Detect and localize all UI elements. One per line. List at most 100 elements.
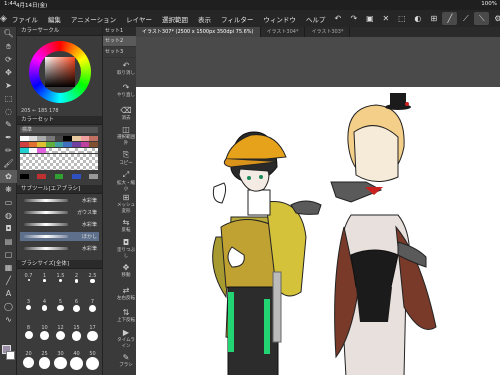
brush-size-option[interactable]: 10 bbox=[37, 325, 52, 340]
correct-line-tool-icon[interactable]: ∿ bbox=[0, 313, 17, 326]
brush-size-option[interactable]: 2.5 bbox=[85, 273, 100, 286]
brush-size-option[interactable]: 4 bbox=[37, 299, 52, 312]
brush-item-selected[interactable]: ぼかし bbox=[20, 232, 99, 241]
action-button[interactable]: ◘ 塗りつぶし bbox=[115, 237, 137, 259]
action-button[interactable]: ⇅ 上下反転 bbox=[115, 305, 137, 327]
swatch-row[interactable] bbox=[20, 174, 99, 179]
swatch-row[interactable] bbox=[20, 148, 99, 153]
menu-layer[interactable]: レイヤー bbox=[121, 14, 157, 24]
brush-size-option[interactable]: 25 bbox=[37, 351, 52, 369]
swatch-row[interactable] bbox=[20, 136, 99, 141]
menu-selection[interactable]: 選択範囲 bbox=[157, 14, 193, 24]
brush-tool-icon[interactable]: 🖌︎ bbox=[0, 157, 17, 170]
clear-icon[interactable]: ✕ bbox=[378, 12, 393, 25]
rotate-tool-icon[interactable]: ⟳ bbox=[0, 53, 17, 66]
fill-icon[interactable]: ◐ bbox=[410, 12, 425, 25]
pen-tool-icon[interactable]: ✒ bbox=[0, 131, 17, 144]
brush-size-option[interactable]: 3 bbox=[21, 299, 36, 312]
brush-size-option[interactable]: 30 bbox=[53, 351, 68, 370]
eyedropper-tool-icon[interactable]: ✎ bbox=[0, 118, 17, 131]
set-header[interactable]: セット1 bbox=[103, 27, 136, 36]
brush-size-option[interactable]: 1.5 bbox=[53, 273, 68, 286]
blend-tool-icon[interactable]: ◍ bbox=[0, 209, 17, 222]
redo-icon[interactable]: ↷ bbox=[346, 12, 361, 25]
tab-document[interactable]: イラスト307* (2500 x 1500px 350dpi 75.6%) bbox=[136, 27, 261, 37]
menu-edit[interactable]: 編集 bbox=[43, 14, 66, 24]
fill-tool-icon[interactable]: ◘ bbox=[0, 222, 17, 235]
action-button[interactable]: ⎘ コピー bbox=[115, 147, 137, 169]
color-swatches[interactable] bbox=[2, 345, 15, 363]
brush-size-option[interactable]: 50 bbox=[85, 351, 100, 370]
menu-bar: ◈ ファイル 編集 アニメーション レイヤー 選択範囲 表示 フィルター ウィン… bbox=[0, 10, 500, 27]
saturation-value-square[interactable] bbox=[45, 57, 75, 87]
zoom-tool-icon[interactable]: 🔍︎ bbox=[0, 27, 17, 40]
action-button[interactable]: ◫ 選択範囲外 bbox=[115, 125, 137, 147]
action-button[interactable]: ⇆ 反転 bbox=[115, 215, 137, 237]
operation-tool-icon[interactable]: ➤ bbox=[0, 79, 17, 92]
transform-icon[interactable]: ⬚ bbox=[394, 12, 409, 25]
brush-size-option[interactable]: 5 bbox=[53, 299, 68, 312]
menu-animation[interactable]: アニメーション bbox=[66, 14, 121, 24]
swatch-row[interactable] bbox=[20, 142, 99, 147]
menu-help[interactable]: ヘルプ bbox=[301, 14, 331, 24]
airbrush-tool-icon[interactable]: ✿ bbox=[0, 170, 17, 183]
brush-size-option[interactable]: 12 bbox=[53, 325, 68, 341]
ruler-icon[interactable]: ⟋ bbox=[458, 12, 473, 25]
drawing-canvas[interactable] bbox=[136, 87, 500, 375]
menu-file[interactable]: ファイル bbox=[7, 14, 43, 24]
brush-size-option[interactable]: 8 bbox=[21, 325, 36, 339]
brush-size-option[interactable]: 7 bbox=[85, 299, 100, 313]
brush-size-option[interactable]: 15 bbox=[69, 325, 84, 341]
brush-size-option[interactable]: 17 bbox=[85, 325, 100, 342]
brush-size-option[interactable]: 20 bbox=[21, 351, 36, 368]
app-logo-icon[interactable]: ◈ bbox=[0, 14, 7, 24]
balloon-tool-icon[interactable]: ◯ bbox=[0, 300, 17, 313]
brush-size-option[interactable]: 6 bbox=[69, 299, 84, 312]
action-button[interactable]: ✥ 移動 bbox=[115, 260, 137, 282]
brush-size-option[interactable]: 40 bbox=[69, 351, 84, 370]
text-tool-icon[interactable]: A bbox=[0, 287, 17, 300]
decoration-tool-icon[interactable]: ❋ bbox=[0, 183, 17, 196]
pencil-tool-icon[interactable]: ✏ bbox=[0, 144, 17, 157]
frame-tool-icon[interactable]: ▦ bbox=[0, 261, 17, 274]
hand-tool-icon[interactable]: ✋︎ bbox=[0, 40, 17, 53]
action-button[interactable]: ⇄ 左右反転 bbox=[115, 282, 137, 304]
selection-tool-icon[interactable]: ⬚ bbox=[0, 92, 17, 105]
save-icon[interactable]: ▣ bbox=[362, 12, 377, 25]
brush-size-option[interactable]: 0.7 bbox=[21, 273, 36, 286]
move-tool-icon[interactable]: ✥ bbox=[0, 66, 17, 79]
menu-filter[interactable]: フィルター bbox=[216, 14, 258, 24]
undo-icon[interactable]: ↶ bbox=[330, 12, 345, 25]
gradient-tool-icon[interactable]: ▤ bbox=[0, 235, 17, 248]
action-button[interactable]: ⤢ 拡大・縮小 bbox=[115, 170, 137, 192]
brush-size-option[interactable]: 1 bbox=[37, 273, 52, 286]
figure-tool-icon[interactable]: ▢ bbox=[0, 248, 17, 261]
action-button[interactable]: ⊞ メッシュ変形 bbox=[115, 192, 137, 214]
menu-view[interactable]: 表示 bbox=[193, 14, 216, 24]
eraser-tool-icon[interactable]: ▭ bbox=[0, 196, 17, 209]
symmetry-icon[interactable]: ⟍ bbox=[474, 12, 490, 25]
pen-stroke-icon[interactable]: ╱ bbox=[442, 12, 458, 25]
tab-document[interactable]: イラスト304* bbox=[261, 27, 306, 37]
brush-item[interactable]: 水彩筆 bbox=[20, 196, 99, 205]
color-set-name[interactable]: 標準 bbox=[20, 127, 98, 133]
settings-icon[interactable]: ⚙ bbox=[490, 12, 500, 25]
action-button[interactable]: ⌫ 消去 bbox=[115, 102, 137, 124]
brush-size-option[interactable]: 2 bbox=[69, 273, 84, 286]
ruler-tool-icon[interactable]: ╱ bbox=[0, 274, 17, 287]
background-color-swatch[interactable] bbox=[6, 351, 15, 360]
brush-item[interactable]: ガウス筆 bbox=[20, 208, 99, 217]
snap-icon[interactable]: ⊞ bbox=[426, 12, 441, 25]
action-button[interactable]: ↷ やり直し bbox=[115, 80, 137, 102]
menu-window[interactable]: ウィンドウ bbox=[258, 14, 301, 24]
lasso-tool-icon[interactable]: ◌ bbox=[0, 105, 17, 118]
action-button[interactable]: ✎ ブラシ bbox=[115, 350, 137, 372]
action-button[interactable]: ▶ タイムライン bbox=[115, 327, 137, 349]
action-button[interactable]: ↶ 取り消し bbox=[115, 57, 137, 79]
tab-document[interactable]: イラスト303* bbox=[305, 27, 351, 37]
set-item[interactable]: セット2 bbox=[103, 36, 136, 47]
brush-item[interactable]: 水彩筆 bbox=[20, 244, 99, 253]
canvas-workspace[interactable] bbox=[136, 37, 500, 375]
brush-item[interactable]: 水彩筆 bbox=[20, 220, 99, 229]
swatch-row-empty[interactable] bbox=[20, 154, 98, 170]
